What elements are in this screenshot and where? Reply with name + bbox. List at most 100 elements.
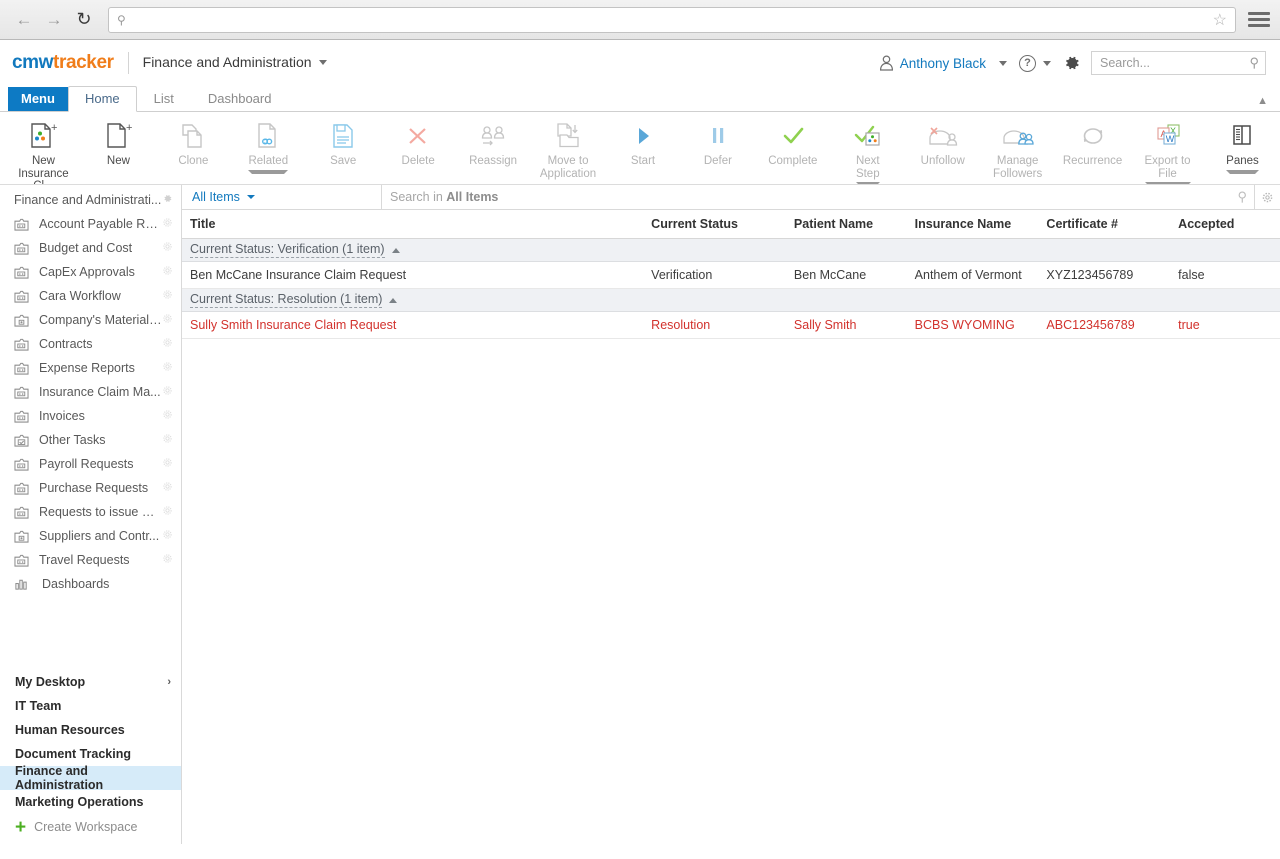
gear-icon[interactable] xyxy=(162,313,173,327)
sidebar-item-contracts[interactable]: Contracts xyxy=(0,332,181,356)
sidebar-item-other-tasks[interactable]: Other Tasks xyxy=(0,428,181,452)
tab-list[interactable]: List xyxy=(137,86,191,111)
reassign-users-icon xyxy=(476,119,510,153)
sidebar-item-capex-approvals[interactable]: CapEx Approvals xyxy=(0,260,181,284)
sidebar-item-payroll-requests[interactable]: Payroll Requests xyxy=(0,452,181,476)
sidebar-item-account-payable-requests[interactable]: Account Payable Req... xyxy=(0,212,181,236)
workspace-finance-and-administration[interactable]: Finance and Administration xyxy=(0,764,181,792)
ribbon-label-2: File xyxy=(1158,167,1177,180)
sidebar-item-companys-material[interactable]: Company's Material ... xyxy=(0,308,181,332)
next-step-icon xyxy=(851,119,885,153)
ribbon-button-save[interactable]: Save xyxy=(306,118,381,169)
manage-followers-icon xyxy=(999,119,1037,153)
ribbon-button-start[interactable]: Start xyxy=(606,118,681,169)
reload-icon[interactable]: ↻ xyxy=(70,6,98,34)
table-row[interactable]: Ben McCane Insurance Claim Request Verif… xyxy=(182,261,1280,289)
sidebar-item-travel-requests[interactable]: Travel Requests xyxy=(0,548,181,572)
workspace-marketing-operations[interactable]: Marketing Operations xyxy=(0,790,181,814)
ribbon-button-unfollow[interactable]: Unfollow xyxy=(905,118,980,169)
workspace-it-team[interactable]: IT Team xyxy=(0,694,181,718)
group-header[interactable]: Current Status: Resolution (1 item) xyxy=(182,289,401,311)
list-settings-button[interactable] xyxy=(1254,185,1280,209)
sidebar-item-requests-to-issue-money[interactable]: Requests to issue M... xyxy=(0,500,181,524)
chevron-up-icon[interactable] xyxy=(391,247,400,253)
ribbon-button-panes[interactable]: Panes xyxy=(1205,118,1280,175)
gear-icon[interactable] xyxy=(162,265,173,279)
back-arrow-icon[interactable]: ← xyxy=(10,6,38,34)
help-menu[interactable]: ? xyxy=(1017,54,1051,72)
sidebar-item-budget-and-cost[interactable]: Budget and Cost xyxy=(0,236,181,260)
column-header-title[interactable]: Title xyxy=(182,210,644,239)
bookmark-star-icon[interactable]: ☆ xyxy=(1213,10,1227,30)
workspace-selector[interactable]: Finance and Administration xyxy=(143,54,327,72)
sidebar-item-cara-workflow[interactable]: Cara Workflow xyxy=(0,284,181,308)
ribbon-button-delete[interactable]: Delete xyxy=(381,118,456,169)
list-search-field[interactable]: Search in All Items ⚲ xyxy=(382,185,1254,209)
gear-icon[interactable] xyxy=(162,433,173,447)
ribbon-button-reassign[interactable]: Reassign xyxy=(456,118,531,169)
ribbon-button-clone[interactable]: Clone xyxy=(156,118,231,169)
table-row[interactable]: Sully Smith Insurance Claim Request Reso… xyxy=(182,311,1280,339)
sidebar-item-label: Budget and Cost xyxy=(39,241,133,255)
ribbon-button-new[interactable]: + New xyxy=(81,118,156,169)
tab-dashboard[interactable]: Dashboard xyxy=(191,86,289,111)
ribbon-button-next-step[interactable]: Next Step xyxy=(830,118,905,184)
workspace-document-tracking[interactable]: Document Tracking xyxy=(0,742,181,766)
group-header-row[interactable]: Current Status: Verification (1 item) xyxy=(182,238,1280,262)
global-search[interactable]: ⚲ xyxy=(1091,51,1266,75)
search-icon[interactable]: ⚲ xyxy=(1237,189,1247,205)
sidebar-item-suppliers-and-contractors[interactable]: Suppliers and Contr... xyxy=(0,524,181,548)
group-header[interactable]: Current Status: Verification (1 item) xyxy=(182,239,404,261)
chevron-up-icon[interactable] xyxy=(389,297,398,303)
column-header-current-status[interactable]: Current Status xyxy=(643,210,786,239)
sidebar-item-dashboards[interactable]: Dashboards xyxy=(0,572,181,596)
column-header-certificate[interactable]: Certificate # xyxy=(1038,210,1171,239)
workspace-human-resources[interactable]: Human Resources xyxy=(0,718,181,742)
gear-icon[interactable] xyxy=(162,481,173,495)
search-input[interactable] xyxy=(1098,55,1246,71)
ribbon-button-manage-followers[interactable]: Manage Followers xyxy=(980,118,1055,181)
gear-icon[interactable] xyxy=(162,193,173,207)
ribbon-button-defer[interactable]: Defer xyxy=(680,118,755,169)
workspace-my-desktop[interactable]: My Desktop › xyxy=(0,670,181,694)
column-header-insurance-name[interactable]: Insurance Name xyxy=(906,210,1039,239)
create-workspace-button[interactable]: + Create Workspace xyxy=(0,814,181,840)
settings-button[interactable] xyxy=(1063,54,1081,72)
app-logo[interactable]: cmwtracker xyxy=(12,52,114,74)
sidebar-item-invoices[interactable]: Invoices xyxy=(0,404,181,428)
tab-home[interactable]: Home xyxy=(67,86,137,112)
gear-icon[interactable] xyxy=(162,553,173,567)
ribbon-button-related[interactable]: Related xyxy=(231,118,306,175)
view-selector[interactable]: All Items xyxy=(182,185,382,209)
gear-icon[interactable] xyxy=(162,361,173,375)
cell-title[interactable]: Ben McCane Insurance Claim Request xyxy=(182,261,644,289)
collapse-ribbon-icon[interactable]: ▲ xyxy=(1257,95,1268,107)
url-bar[interactable]: ⚲ ☆ xyxy=(108,6,1236,33)
gear-icon[interactable] xyxy=(162,409,173,423)
forward-arrow-icon[interactable]: → xyxy=(40,6,68,34)
hamburger-menu-icon[interactable] xyxy=(1248,7,1270,33)
sidebar-item-insurance-claim-management[interactable]: Insurance Claim Ma... xyxy=(0,380,181,404)
ribbon-button-recurrence[interactable]: Recurrence xyxy=(1055,118,1130,169)
search-icon[interactable]: ⚲ xyxy=(1249,55,1259,71)
gear-icon[interactable] xyxy=(162,337,173,351)
gear-icon[interactable] xyxy=(162,241,173,255)
menu-button[interactable]: Menu xyxy=(8,87,68,111)
column-header-patient-name[interactable]: Patient Name xyxy=(785,210,907,239)
gear-icon[interactable] xyxy=(162,385,173,399)
sidebar-item-expense-reports[interactable]: Expense Reports xyxy=(0,356,181,380)
ribbon-button-move-to-application[interactable]: Move to Application xyxy=(531,118,606,181)
gear-icon[interactable] xyxy=(162,217,173,231)
gear-icon[interactable] xyxy=(162,289,173,303)
ribbon-button-new-insurance-claim[interactable]: + NewInsurance Cl... xyxy=(6,118,81,184)
gear-icon[interactable] xyxy=(162,457,173,471)
cell-title[interactable]: Sully Smith Insurance Claim Request xyxy=(182,311,644,339)
group-header-row[interactable]: Current Status: Resolution (1 item) xyxy=(182,288,1280,312)
sidebar-item-purchase-requests[interactable]: Purchase Requests xyxy=(0,476,181,500)
gear-icon[interactable] xyxy=(162,529,173,543)
ribbon-button-complete[interactable]: Complete xyxy=(755,118,830,169)
column-header-accepted[interactable]: Accepted xyxy=(1170,210,1280,239)
ribbon-button-export-to-file[interactable]: X A W Export toFile xyxy=(1130,118,1205,184)
user-menu[interactable]: Anthony Black xyxy=(879,55,1007,71)
gear-icon[interactable] xyxy=(162,505,173,519)
